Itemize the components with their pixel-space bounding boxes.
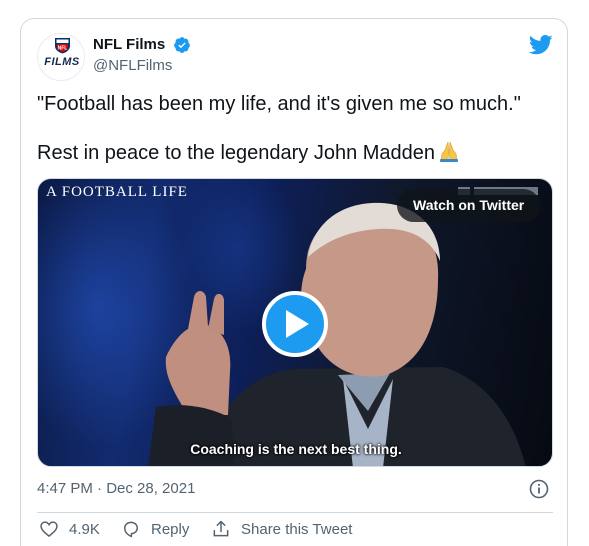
handle[interactable]: @NFLFilms <box>93 56 191 76</box>
tweet-text-line-1: "Football has been my life, and it's giv… <box>37 93 521 115</box>
share-icon <box>213 520 229 537</box>
avatar-logo-text: FILMS <box>44 56 80 68</box>
verified-icon <box>173 37 190 53</box>
display-name[interactable]: NFL Films <box>93 35 165 55</box>
tweet-actions: 4.9K Reply Share this Tweet <box>37 516 553 542</box>
reply-label: Reply <box>151 520 190 538</box>
watch-on-twitter-button[interactable]: Watch on Twitter <box>397 189 541 222</box>
reply-icon <box>124 521 138 538</box>
twitter-bird-icon[interactable] <box>529 35 553 55</box>
tweet-text: "Football has been my life, and it's giv… <box>37 91 553 189</box>
play-icon <box>286 310 309 338</box>
video-caption: Coaching is the next best thing. <box>190 441 402 457</box>
play-button[interactable] <box>262 291 328 357</box>
tweet-meta: 4:47 PM · Dec 28, 2021 <box>37 479 553 499</box>
avatar[interactable]: NFL FILMS <box>37 33 85 81</box>
heart-icon <box>40 521 58 538</box>
tweet-header: NFL FILMS NFL Films @NFLFilms <box>37 33 553 81</box>
folded-hands-emoji-icon <box>440 141 459 162</box>
video-player[interactable]: A FOOTBALL LIFE Watch on Twitter Coachin… <box>37 178 553 467</box>
like-button[interactable]: 4.9K <box>39 516 100 542</box>
reply-button[interactable]: Reply <box>121 516 189 542</box>
timestamp[interactable]: 4:47 PM · Dec 28, 2021 <box>37 480 195 497</box>
tweet-text-line-2: Rest in peace to the legendary John Madd… <box>37 140 553 166</box>
video-overlay-title: A FOOTBALL LIFE <box>46 184 188 200</box>
divider <box>37 512 553 513</box>
info-icon[interactable] <box>529 479 549 499</box>
tweet-card: NFL FILMS NFL Films @NFLFilms "Football … <box>20 18 568 546</box>
author-names: NFL Films @NFLFilms <box>93 35 191 76</box>
share-button[interactable]: Share this Tweet <box>211 516 352 542</box>
nfl-shield-icon: NFL <box>55 38 70 54</box>
svg-text:NFL: NFL <box>58 46 68 52</box>
tweet-text-line-2-text: Rest in peace to the legendary John Madd… <box>37 142 436 164</box>
share-label: Share this Tweet <box>241 520 353 538</box>
like-count: 4.9K <box>69 520 100 538</box>
